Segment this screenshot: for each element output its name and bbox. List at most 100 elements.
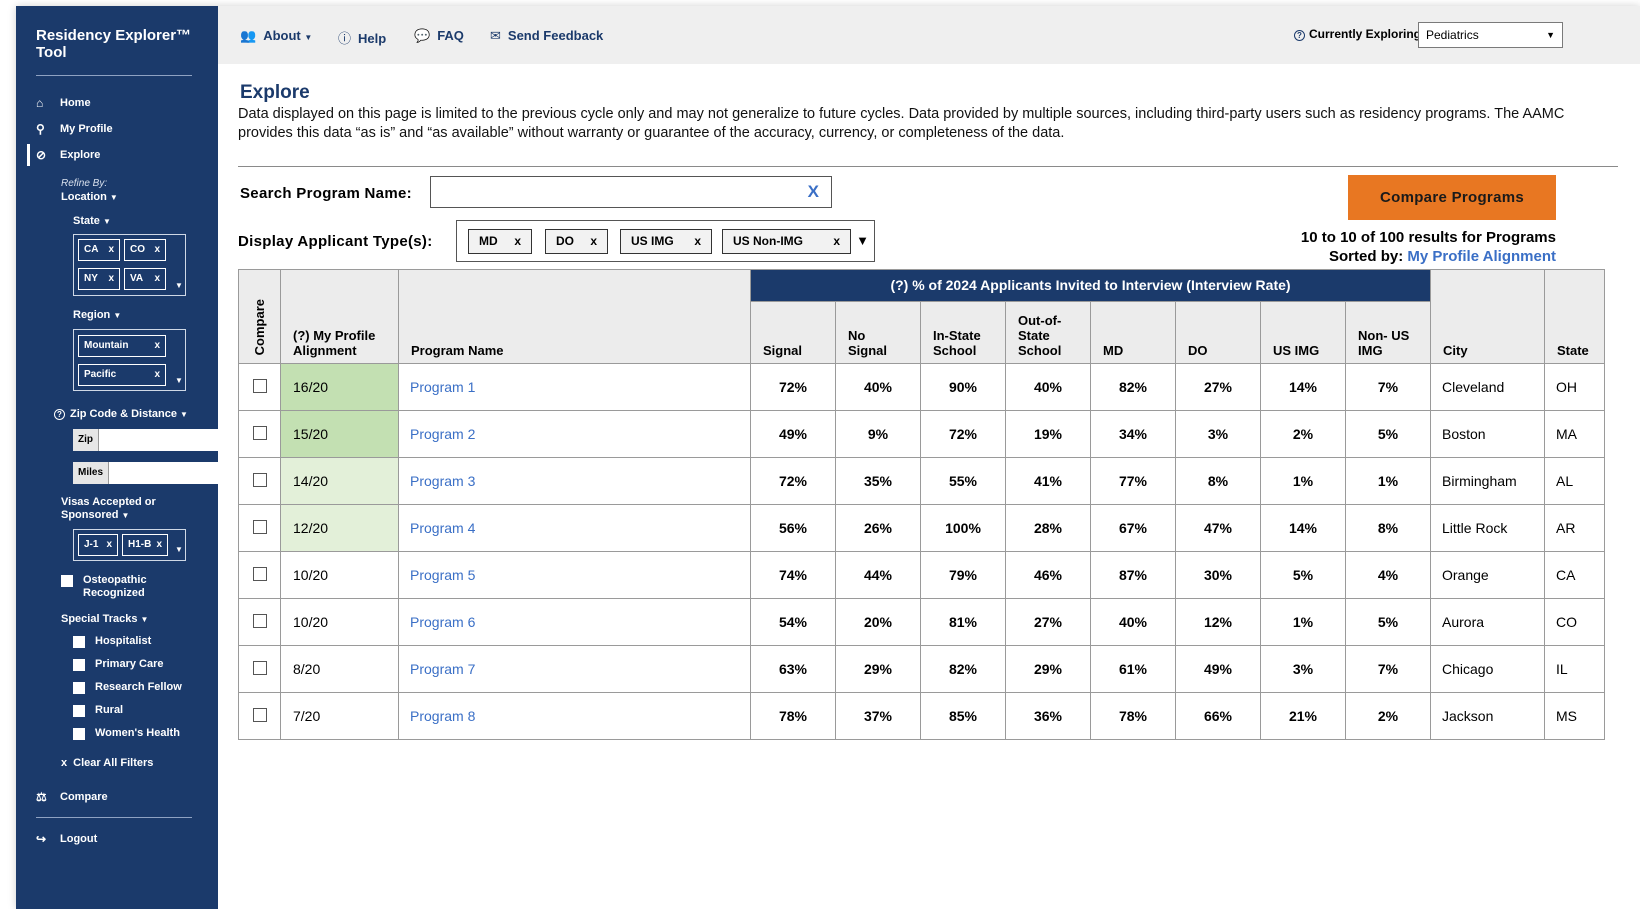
no-signal-column-header[interactable]: No Signal bbox=[835, 301, 921, 364]
no-signal-cell: 40% bbox=[835, 363, 921, 411]
non-us-img-column-header[interactable]: Non- US IMG bbox=[1345, 301, 1431, 364]
visas-label: Sponsored bbox=[61, 509, 119, 521]
remove-chip-button[interactable]: x bbox=[154, 240, 160, 260]
us-img-cell: 14% bbox=[1260, 504, 1346, 552]
compare-checkbox[interactable] bbox=[252, 378, 267, 393]
zip-input[interactable] bbox=[99, 429, 231, 451]
track-checkbox-primary-care[interactable] bbox=[73, 659, 85, 671]
region-filter-toggle[interactable]: Region ▼ bbox=[73, 309, 121, 321]
sidebar-item-label: Explore bbox=[60, 149, 101, 161]
table-row: 10/20 Program 5 74% 44% 79% 46% 87% 30% … bbox=[238, 551, 1605, 599]
compare-cell bbox=[238, 598, 281, 646]
remove-chip-button[interactable]: x bbox=[108, 240, 114, 260]
clear-search-button[interactable]: X bbox=[808, 182, 819, 202]
help-icon[interactable]: ? bbox=[1294, 30, 1305, 41]
help-icon[interactable]: ? bbox=[54, 409, 65, 420]
top-bar: 👥 About ▼ ⓘ Help 💬 FAQ ✉ Send Feedback ? Curr… bbox=[218, 6, 1640, 64]
track-checkbox-womens-health[interactable] bbox=[73, 728, 85, 740]
chevron-down-icon[interactable]: ▼ bbox=[175, 376, 183, 385]
table-row: 7/20 Program 8 78% 37% 85% 36% 78% 66% 2… bbox=[238, 692, 1605, 740]
program-name-column-header[interactable]: Program Name bbox=[398, 269, 751, 364]
search-input[interactable] bbox=[437, 182, 797, 202]
program-name-link[interactable]: Program 6 bbox=[398, 598, 751, 646]
special-tracks-filter-toggle[interactable]: Special Tracks ▼ bbox=[61, 613, 148, 625]
compare-checkbox[interactable] bbox=[252, 425, 267, 440]
compare-checkbox[interactable] bbox=[252, 660, 267, 675]
do-column-header[interactable]: DO bbox=[1175, 301, 1261, 364]
remove-chip-button[interactable]: x bbox=[514, 230, 521, 253]
remove-chip-button[interactable]: x bbox=[154, 336, 160, 356]
help-link[interactable]: ⓘ Help bbox=[338, 28, 386, 47]
state-filter-toggle[interactable]: State ▼ bbox=[73, 215, 111, 227]
compare-programs-button[interactable]: Compare Programs bbox=[1348, 175, 1556, 220]
md-cell: 82% bbox=[1090, 363, 1176, 411]
program-name-link[interactable]: Program 8 bbox=[398, 692, 751, 740]
compare-checkbox[interactable] bbox=[252, 472, 267, 487]
program-name-link[interactable]: Program 4 bbox=[398, 504, 751, 552]
sidebar-item-home[interactable]: ⌂ Home bbox=[36, 96, 91, 110]
about-menu[interactable]: 👥 About ▼ bbox=[240, 28, 312, 44]
remove-chip-button[interactable]: x bbox=[590, 230, 597, 253]
compare-checkbox[interactable] bbox=[252, 566, 267, 581]
miles-field[interactable]: Miles bbox=[73, 462, 242, 484]
track-checkbox-hospitalist[interactable] bbox=[73, 636, 85, 648]
state-column-header[interactable]: State bbox=[1544, 269, 1605, 364]
city-column-header[interactable]: City bbox=[1430, 269, 1545, 364]
program-name-link[interactable]: Program 1 bbox=[398, 363, 751, 411]
state-cell: MA bbox=[1544, 410, 1605, 458]
table-row: 16/20 Program 1 72% 40% 90% 40% 82% 27% … bbox=[238, 363, 1605, 411]
zip-field[interactable]: Zip bbox=[73, 429, 231, 451]
remove-chip-button[interactable]: x bbox=[106, 535, 112, 555]
compare-checkbox[interactable] bbox=[252, 519, 267, 534]
signal-column-header[interactable]: Signal bbox=[750, 301, 836, 364]
zip-label: Zip bbox=[73, 429, 99, 451]
zip-distance-filter-toggle[interactable]: ? Zip Code & Distance ▼ bbox=[54, 408, 188, 420]
md-column-header[interactable]: MD bbox=[1090, 301, 1176, 364]
feedback-label: Send Feedback bbox=[507, 28, 604, 43]
compare-checkbox[interactable] bbox=[252, 613, 267, 628]
chevron-down-icon[interactable]: ▼ bbox=[856, 233, 869, 248]
region-select[interactable]: Mountain x Pacific x ▼ bbox=[73, 329, 186, 391]
visas-filter-toggle[interactable]: Visas Accepted or Sponsored ▼ bbox=[61, 496, 156, 522]
sidebar-item-compare[interactable]: ⚖ Compare bbox=[36, 790, 108, 804]
alignment-column-header[interactable]: (?) My Profile Alignment bbox=[280, 269, 399, 364]
state-select[interactable]: CA x CO x NY x VA x ▼ bbox=[73, 234, 186, 296]
remove-chip-button[interactable]: x bbox=[108, 269, 114, 289]
about-label: About bbox=[263, 28, 301, 43]
search-program-field[interactable]: X bbox=[430, 176, 832, 208]
program-name-link[interactable]: Program 5 bbox=[398, 551, 751, 599]
sort-option-link[interactable]: My Profile Alignment bbox=[1407, 248, 1556, 265]
remove-chip-button[interactable]: x bbox=[694, 230, 701, 253]
osteopathic-checkbox[interactable] bbox=[61, 575, 73, 587]
sidebar-item-logout[interactable]: ↪ Logout bbox=[36, 832, 97, 846]
in-state-cell: 79% bbox=[920, 551, 1006, 599]
program-name-link[interactable]: Program 3 bbox=[398, 457, 751, 505]
send-feedback-link[interactable]: ✉ Send Feedback bbox=[490, 28, 603, 44]
applicant-type-select[interactable]: MD x DO x US IMG x US Non-IMG x ▼ bbox=[456, 220, 875, 262]
remove-chip-button[interactable]: x bbox=[154, 365, 160, 385]
track-checkbox-rural[interactable] bbox=[73, 705, 85, 717]
remove-chip-button[interactable]: x bbox=[154, 269, 160, 289]
sidebar-item-my-profile[interactable]: ⚲ My Profile bbox=[36, 122, 113, 136]
out-of-state-column-header[interactable]: Out-of- State School bbox=[1005, 301, 1091, 364]
program-name-link[interactable]: Program 2 bbox=[398, 410, 751, 458]
do-cell: 30% bbox=[1175, 551, 1261, 599]
track-checkbox-research-fellow[interactable] bbox=[73, 682, 85, 694]
specialty-select[interactable]: Pediatrics ▼ bbox=[1418, 22, 1563, 48]
remove-chip-button[interactable]: x bbox=[156, 535, 162, 555]
non-us-img-cell: 8% bbox=[1345, 504, 1431, 552]
program-name-link[interactable]: Program 7 bbox=[398, 645, 751, 693]
signal-cell: 63% bbox=[750, 645, 836, 693]
clear-all-filters-button[interactable]: x Clear All Filters bbox=[61, 757, 153, 769]
compare-checkbox[interactable] bbox=[252, 707, 267, 722]
sidebar-item-explore[interactable]: ⊘ Explore bbox=[36, 148, 100, 162]
chevron-down-icon[interactable]: ▼ bbox=[175, 281, 183, 290]
remove-chip-button[interactable]: x bbox=[833, 230, 840, 253]
faq-link[interactable]: 💬 FAQ bbox=[414, 28, 464, 44]
us-img-column-header[interactable]: US IMG bbox=[1260, 301, 1346, 364]
location-filter-toggle[interactable]: Location ▼ bbox=[61, 191, 118, 203]
chevron-down-icon[interactable]: ▼ bbox=[175, 545, 183, 554]
in-state-column-header[interactable]: In-State School bbox=[920, 301, 1006, 364]
visa-select[interactable]: J-1 x H1-B x ▼ bbox=[73, 529, 186, 561]
us-img-cell: 21% bbox=[1260, 692, 1346, 740]
